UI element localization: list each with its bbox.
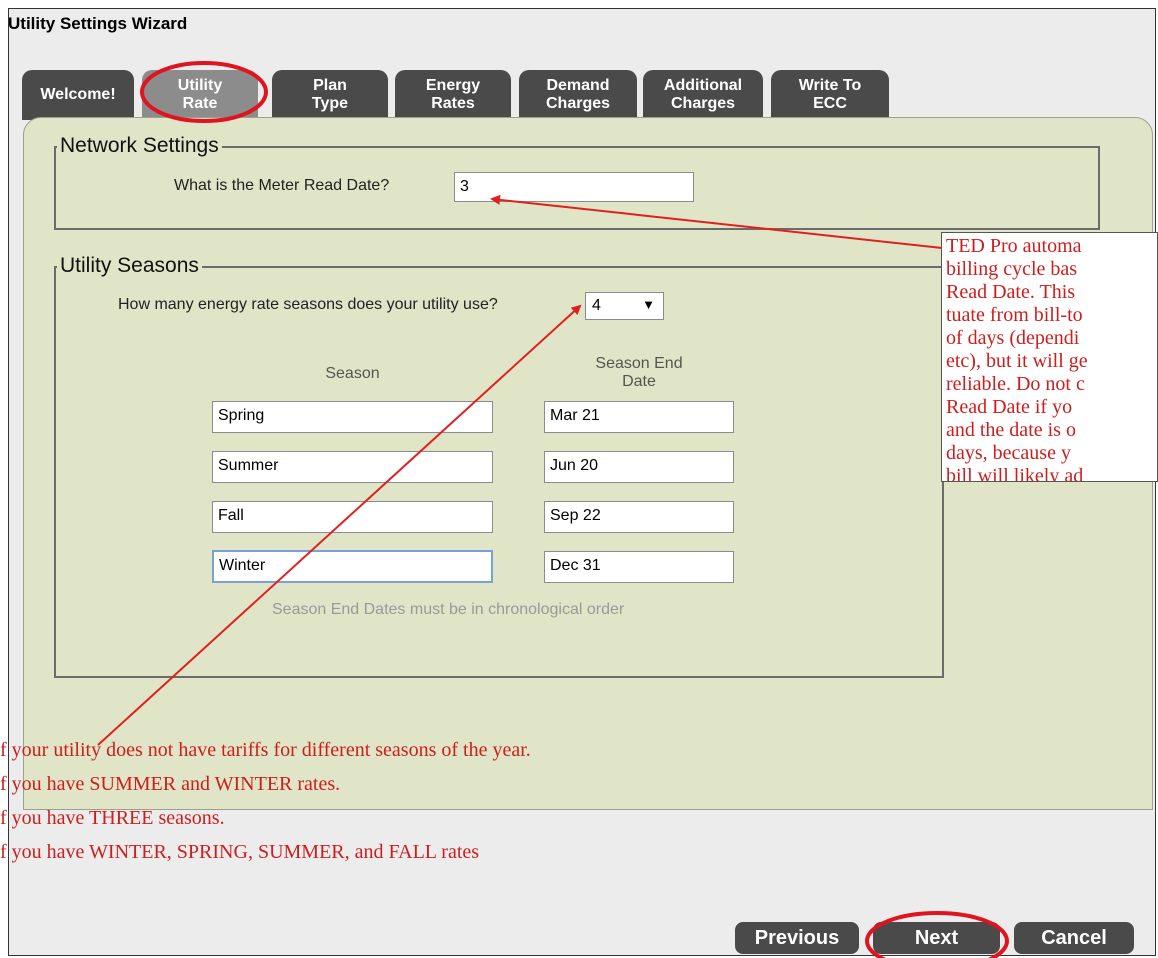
callout-arrow [490,194,943,249]
notes-arrow [97,304,582,746]
next-button-highlight [865,911,1009,958]
utility-rate-highlight [140,61,268,123]
annotation-overlay [97,61,1009,958]
